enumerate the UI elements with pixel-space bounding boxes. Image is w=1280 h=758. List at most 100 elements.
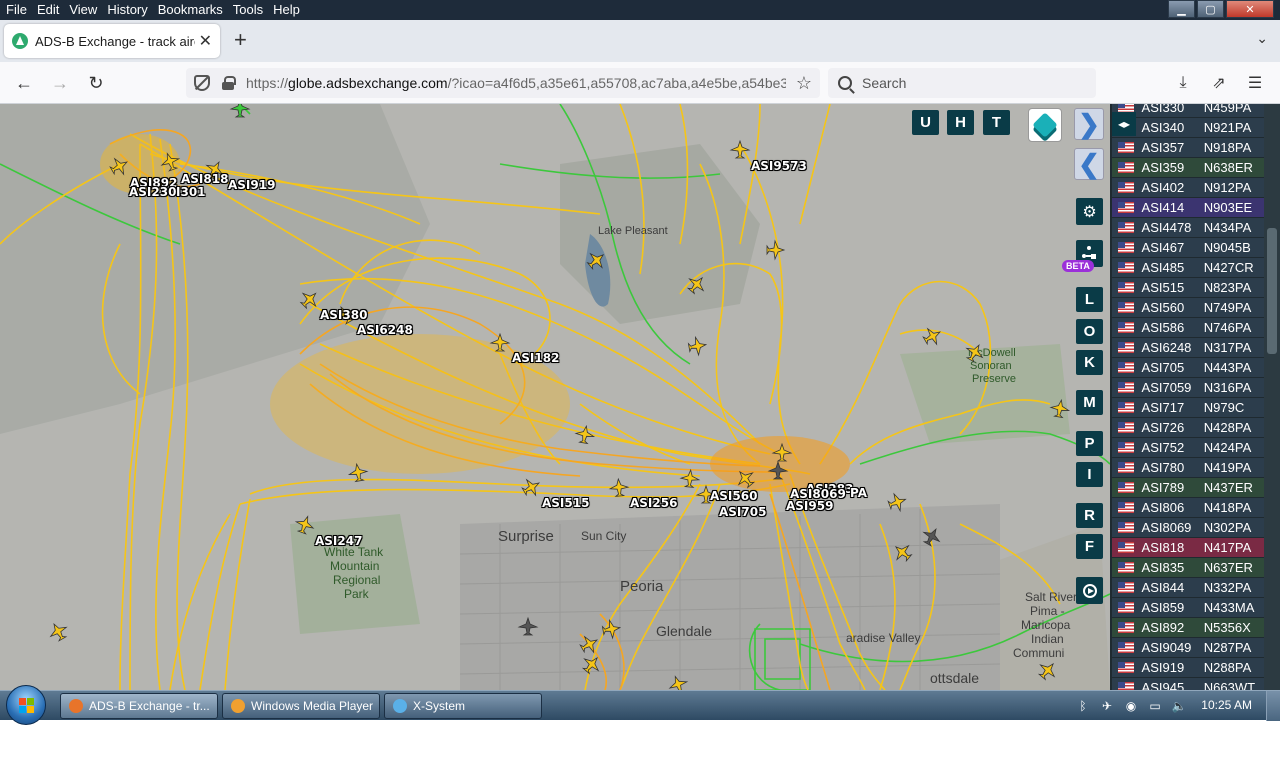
aircraft-list-row[interactable]: ASI467 N9045B <box>1112 238 1264 258</box>
toggle-r-button[interactable]: R <box>1076 503 1103 528</box>
aircraft-label[interactable]: ASI705 <box>719 505 766 519</box>
aircraft-list-row[interactable]: ASI414 N903EE <box>1112 198 1264 218</box>
menu-bookmarks[interactable]: Bookmarks <box>153 0 228 20</box>
reload-button[interactable]: ↻ <box>84 72 108 94</box>
taskbar-x-system[interactable]: X-System <box>384 693 542 719</box>
tab-adsb-exchange[interactable]: ADS-B Exchange - track aircraft ✕ <box>4 24 220 58</box>
aircraft-label[interactable]: ASI380 <box>320 308 367 322</box>
volume-icon[interactable]: 🔈 <box>1172 699 1187 713</box>
aircraft-list-row[interactable]: ASI359 N638ER <box>1112 158 1264 178</box>
aircraft-label[interactable]: ASI560 <box>710 489 757 503</box>
taskbar-media-player[interactable]: Windows Media Player <box>222 693 380 719</box>
menu-view[interactable]: View <box>64 0 102 20</box>
toggle-u-button[interactable]: U <box>912 110 939 135</box>
network-icon[interactable]: ✈ <box>1100 699 1114 713</box>
aircraft-list-row[interactable]: ASI892 N5356X <box>1112 618 1264 638</box>
search-bar[interactable]: Search <box>828 68 1096 98</box>
aircraft-list-row[interactable]: ASI586 N746PA <box>1112 318 1264 338</box>
aircraft-list-row[interactable]: ASI402 N912PA <box>1112 178 1264 198</box>
start-button[interactable] <box>6 685 46 725</box>
prev-arrow-button[interactable]: ❮ <box>1074 148 1104 180</box>
panel-scrollbar[interactable] <box>1264 104 1280 690</box>
next-arrow-button[interactable]: ❯ <box>1074 108 1104 140</box>
show-desktop-button[interactable] <box>1266 691 1280 721</box>
aircraft-list-row[interactable]: ASI844 N332PA <box>1112 578 1264 598</box>
share-icon[interactable]: ⇗ <box>1208 72 1230 94</box>
aircraft-label[interactable]: PA <box>850 486 867 500</box>
settings-button[interactable]: ⚙ <box>1076 198 1103 225</box>
toggle-l-button[interactable]: L <box>1076 287 1103 312</box>
aircraft-list-row[interactable]: ASI4478 N434PA <box>1112 218 1264 238</box>
replay-button[interactable] <box>1076 577 1103 604</box>
minimize-button[interactable]: ▁ <box>1168 0 1195 18</box>
aircraft-list-row[interactable]: ASI859 N433MA <box>1112 598 1264 618</box>
toggle-f-button[interactable]: F <box>1076 534 1103 559</box>
toggle-t-button[interactable]: T <box>983 110 1010 135</box>
taskbar-firefox[interactable]: ADS-B Exchange - tr... <box>60 693 218 719</box>
new-tab-button[interactable]: + <box>234 29 247 51</box>
aircraft-list-row[interactable]: ASI8069 N302PA <box>1112 518 1264 538</box>
aircraft-list-row[interactable]: ASI6248 N317PA <box>1112 338 1264 358</box>
display-icon[interactable]: ▭ <box>1148 699 1162 713</box>
aircraft-list-row[interactable]: ASI752 N424PA <box>1112 438 1264 458</box>
aircraft-label[interactable]: ASI247 <box>315 534 362 548</box>
aircraft-label[interactable]: ASI9573 <box>751 159 807 173</box>
lock-icon[interactable] <box>222 76 236 90</box>
layers-button[interactable] <box>1028 108 1062 142</box>
map-view[interactable]: Surprise Sun City Peoria Glendale White … <box>0 104 1110 690</box>
aircraft-label[interactable]: ASI818 <box>181 172 228 186</box>
toggle-i-button[interactable]: I <box>1076 462 1103 487</box>
toggle-o-button[interactable]: O <box>1076 319 1103 344</box>
menu-edit[interactable]: Edit <box>32 0 64 20</box>
bluetooth-icon[interactable]: ᛒ <box>1076 699 1090 713</box>
menu-history[interactable]: History <box>102 0 152 20</box>
close-window-button[interactable]: ✕ <box>1226 0 1274 18</box>
steam-icon[interactable]: ◉ <box>1124 699 1138 713</box>
aircraft-label[interactable]: ASI256 <box>630 496 677 510</box>
toggle-k-button[interactable]: K <box>1076 350 1103 375</box>
maximize-button[interactable]: ▢ <box>1197 0 1224 18</box>
aircraft-list-row[interactable]: ASI789 N437ER <box>1112 478 1264 498</box>
downloads-icon[interactable]: ⤓ <box>1172 72 1194 94</box>
aircraft-list-row[interactable]: ASI945 N663WT <box>1112 678 1264 690</box>
forward-button[interactable]: → <box>48 72 72 94</box>
aircraft-list-row[interactable]: ASI726 N428PA <box>1112 418 1264 438</box>
menu-help[interactable]: Help <box>268 0 305 20</box>
aircraft-list-row[interactable]: ASI357 N918PA <box>1112 138 1264 158</box>
aircraft-list-row[interactable]: ASI919 N288PA <box>1112 658 1264 678</box>
aircraft-label[interactable]: ASI230 <box>129 185 176 199</box>
aircraft-list-row[interactable]: ASI717 N979C <box>1112 398 1264 418</box>
menu-tools[interactable]: Tools <box>228 0 268 20</box>
clock[interactable]: 10:25 AM <box>1201 698 1252 712</box>
aircraft-label[interactable]: ASI182 <box>512 351 559 365</box>
aircraft-list-row[interactable]: ASI806 N418PA <box>1112 498 1264 518</box>
tab-close-icon[interactable]: ✕ <box>199 31 212 51</box>
aircraft-list-row[interactable]: ASI818 N417PA <box>1112 538 1264 558</box>
aircraft-list-row[interactable]: ASI835 N637ER <box>1112 558 1264 578</box>
tab-list-chevron-icon[interactable]: ⌄ <box>1256 30 1268 47</box>
app-menu-icon[interactable]: ☰ <box>1244 72 1266 94</box>
aircraft-list-row[interactable]: ASI780 N419PA <box>1112 458 1264 478</box>
aircraft-label[interactable]: ASI959 <box>786 499 833 513</box>
aircraft-label[interactable]: ASI515 <box>542 496 589 510</box>
menu-file[interactable]: File <box>0 0 32 20</box>
toggle-m-button[interactable]: M <box>1076 390 1103 415</box>
aircraft-label[interactable]: I301 <box>176 185 206 199</box>
aircraft-list-row[interactable]: ASI7059 N316PA <box>1112 378 1264 398</box>
panel-toggle-button[interactable]: ◂▸ <box>1112 112 1136 136</box>
toggle-p-button[interactable]: P <box>1076 431 1103 456</box>
back-button[interactable]: ← <box>12 72 36 94</box>
aircraft-list-row[interactable]: ASI705 N443PA <box>1112 358 1264 378</box>
aircraft-list-row[interactable]: ASI9049 N287PA <box>1112 638 1264 658</box>
aircraft-list-row[interactable]: ASI485 N427CR <box>1112 258 1264 278</box>
aircraft-list-row[interactable]: ASI560 N749PA <box>1112 298 1264 318</box>
bookmark-star-icon[interactable]: ☆ <box>796 73 812 94</box>
aircraft-list-row[interactable]: ASI515 N823PA <box>1112 278 1264 298</box>
url-bar[interactable]: https://globe.adsbexchange.com/?icao=a4f… <box>186 68 820 98</box>
tracking-protection-shield-icon[interactable] <box>194 75 210 91</box>
aircraft-label[interactable]: ASI6248 <box>357 323 413 337</box>
aircraft-label[interactable]: ASI919 <box>228 178 275 192</box>
panel-scrollbar-thumb[interactable] <box>1267 228 1277 354</box>
toggle-h-button[interactable]: H <box>947 110 974 135</box>
url-text[interactable]: https://globe.adsbexchange.com/?icao=a4f… <box>246 75 786 91</box>
